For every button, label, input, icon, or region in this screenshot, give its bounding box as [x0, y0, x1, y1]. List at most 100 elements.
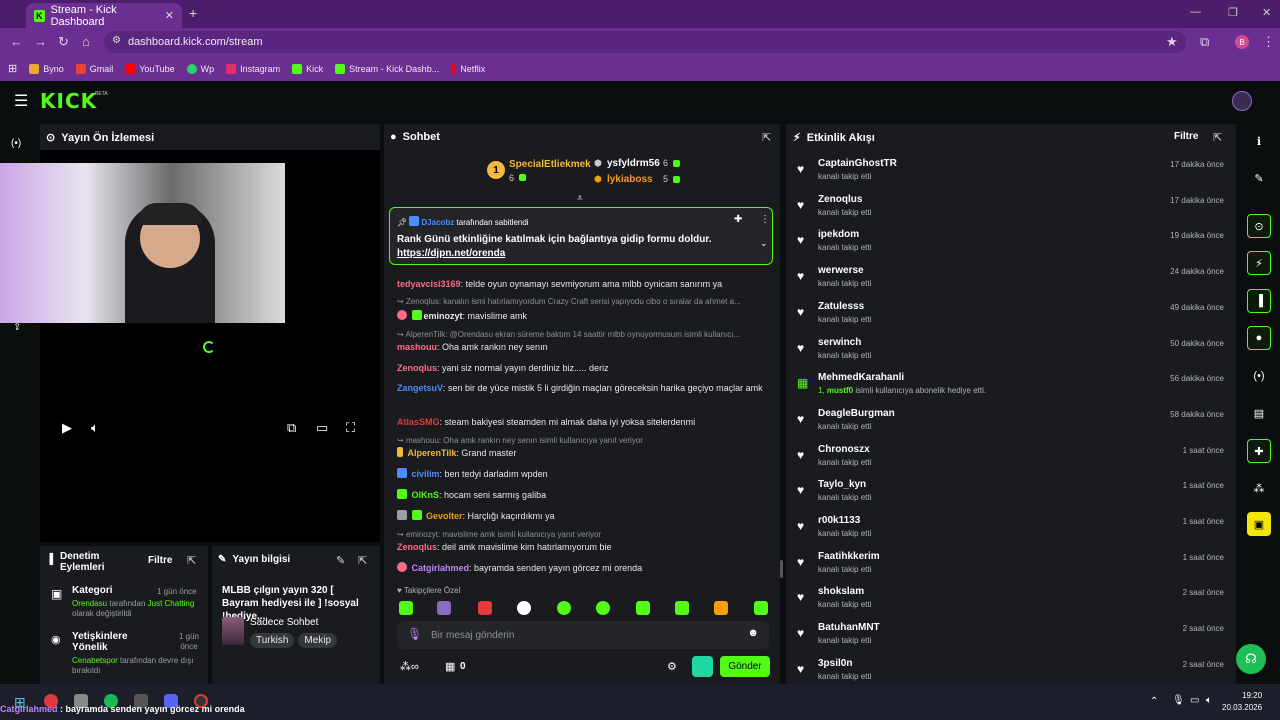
reply-preview[interactable]: ↪ AlperenTilk: @Orendasu ekran süreme ba…: [397, 330, 769, 339]
event-username[interactable]: r00k1133: [818, 515, 860, 526]
popout-icon[interactable]: ⇱: [358, 554, 367, 567]
event-username[interactable]: DeagleBurgman: [818, 408, 895, 419]
tag-chip[interactable]: Turkish: [250, 633, 295, 648]
broadcast-toggle-icon[interactable]: (•): [1247, 364, 1271, 388]
kick-logo[interactable]: KICK: [40, 89, 97, 113]
bookmark-item[interactable]: YouTube: [125, 63, 175, 74]
emote-icon[interactable]: [714, 601, 728, 615]
popout-icon[interactable]: ⇱: [1213, 131, 1222, 144]
url-field[interactable]: ⚙ dashboard.kick.com/stream: [104, 31, 1186, 53]
events-filter-button[interactable]: Filtre: [1174, 131, 1198, 142]
mic-icon[interactable]: 🎙︎: [407, 627, 422, 641]
user-avatar[interactable]: [1232, 91, 1252, 111]
menu-icon[interactable]: ⋮: [1262, 34, 1275, 50]
event-item[interactable]: ♥ Zatulesss kanalı takip etti 49 dakika önc…: [797, 301, 1227, 335]
apps-icon[interactable]: ⊞: [8, 62, 17, 75]
emote-icon[interactable]: [675, 601, 689, 615]
emote-icon[interactable]: [437, 601, 451, 615]
points-toggle-icon[interactable]: ⁂: [1247, 476, 1271, 500]
chat-input[interactable]: 🎙︎ Bir mesaj gönderin ☻: [397, 621, 769, 649]
event-item[interactable]: ♥ Chronoszx kanalı takip etti 1 saat önce: [797, 444, 1227, 478]
pinned-link[interactable]: https://djpn.net/orenda: [397, 248, 505, 259]
event-item[interactable]: ♥ DeagleBurgman kanalı takip etti 58 dakika…: [797, 408, 1227, 442]
more-icon[interactable]: ⋮: [760, 214, 770, 225]
event-username[interactable]: serwinch: [818, 337, 861, 348]
emote-icon[interactable]: [596, 601, 610, 615]
theater-icon[interactable]: ▭: [316, 420, 328, 436]
quick-emote-icon[interactable]: [692, 656, 713, 677]
event-username[interactable]: Zenoqlus: [818, 194, 862, 205]
tray-chevron-icon[interactable]: ⌃: [1150, 696, 1158, 707]
upload-icon[interactable]: ⇪: [13, 322, 21, 333]
play-icon[interactable]: ▶: [62, 420, 72, 436]
bookmark-item[interactable]: Wp: [186, 63, 214, 74]
event-username[interactable]: Zatulesss: [818, 301, 864, 312]
event-username[interactable]: werwerse: [818, 265, 864, 276]
bookmark-star-icon[interactable]: ★: [1166, 34, 1178, 50]
unpin-icon[interactable]: ✚: [734, 214, 742, 225]
event-username[interactable]: Faatihkkerim: [818, 551, 880, 562]
clapper-icon[interactable]: ▣: [1247, 512, 1271, 536]
volume-icon[interactable]: 🔈︎: [91, 420, 99, 436]
site-info-icon[interactable]: ⚙: [112, 35, 121, 46]
edit-icon[interactable]: ✎: [1247, 166, 1271, 190]
browser-tab[interactable]: K Stream - Kick Dashboard ✕: [26, 3, 182, 28]
event-item[interactable]: ♥ CaptainGhostTR kanalı takip etti 17 dakik…: [797, 158, 1227, 192]
event-item[interactable]: ♥ r00k1133 kanalı takip etti 1 saat önce: [797, 515, 1227, 549]
event-item[interactable]: ♥ shokslam kanalı takip etti 2 saat önce: [797, 586, 1227, 620]
event-item[interactable]: ♥ Faatihkkerim kanalı takip etti 1 saat önc…: [797, 551, 1227, 585]
send-button[interactable]: Gönder: [720, 656, 770, 677]
home-icon[interactable]: ⌂: [82, 34, 90, 49]
bookmark-item[interactable]: Gmail: [75, 63, 113, 74]
event-item[interactable]: ♥ BatuhanMNT kanalı takip etti 2 saat önce: [797, 622, 1227, 656]
event-item[interactable]: ♥ Taylo_kyn kanalı takip etti 1 saat önce: [797, 479, 1227, 513]
broadcast-icon[interactable]: (•): [11, 138, 21, 149]
maximize-icon[interactable]: ❐: [1228, 6, 1238, 19]
event-username[interactable]: shokslam: [818, 586, 864, 597]
bookmark-item[interactable]: Stream - Kick Dashb...: [335, 63, 439, 74]
preview-toggle-icon[interactable]: ⊙: [1247, 214, 1271, 238]
printer-icon[interactable]: ▤: [1247, 401, 1271, 425]
emoji-icon[interactable]: ☻: [747, 627, 759, 639]
event-username[interactable]: ipekdom: [818, 229, 859, 240]
support-button[interactable]: ☊: [1236, 644, 1266, 674]
profile-avatar[interactable]: B: [1235, 35, 1249, 49]
event-username[interactable]: 3psil0n: [818, 658, 852, 669]
bookmark-item[interactable]: Byno: [29, 63, 64, 74]
leader-name[interactable]: SpecialEtliekmek: [509, 159, 591, 170]
chat-settings-icon[interactable]: ⚙: [667, 660, 677, 673]
fullscreen-icon[interactable]: ⛶: [346, 420, 355, 436]
leader-name[interactable]: lykiaboss: [607, 174, 653, 185]
mic-tray-icon[interactable]: 🎙︎: [1172, 695, 1185, 706]
pip-icon[interactable]: ⧉: [287, 420, 296, 436]
chat-scrollbar[interactable]: [780, 560, 783, 578]
tab-close-icon[interactable]: ✕: [165, 9, 174, 22]
hamburger-menu-icon[interactable]: ☰: [14, 91, 28, 111]
extensions-icon[interactable]: ⧉: [1200, 34, 1209, 50]
emote-icon[interactable]: [399, 601, 413, 615]
collapse-icon[interactable]: ⩡: [577, 193, 583, 204]
emote-icon[interactable]: [754, 601, 768, 615]
emote-icon[interactable]: [636, 601, 650, 615]
reply-preview[interactable]: ↪ mashouu: Oha amk rankın ney senın isim…: [397, 436, 769, 445]
event-item[interactable]: ♥ Zenoqlus kanalı takip etti 17 dakika önce: [797, 194, 1227, 228]
emote-icon[interactable]: [557, 601, 571, 615]
moderation-filter-button[interactable]: Filtre: [148, 555, 172, 566]
reply-preview[interactable]: ↪ Zenoqlus: kanalın ismi hatırlamıyordum…: [397, 297, 769, 306]
popout-icon[interactable]: ⇱: [187, 554, 196, 567]
event-username[interactable]: Chronoszx: [818, 444, 870, 455]
event-item[interactable]: ♥ werwerse kanalı takip etti 24 dakika önce: [797, 265, 1227, 299]
network-icon[interactable]: ▭: [1190, 695, 1199, 706]
window-close-icon[interactable]: ✕: [1262, 6, 1271, 19]
edit-icon[interactable]: ✎: [336, 554, 345, 567]
popout-icon[interactable]: ⇱: [762, 131, 771, 144]
new-tab-icon[interactable]: +: [189, 5, 197, 21]
tag-chip[interactable]: Mekip: [298, 633, 338, 648]
event-username[interactable]: MehmedKarahanli: [818, 372, 904, 383]
volume-tray-icon[interactable]: 🔈︎: [1206, 695, 1212, 706]
bookmark-item[interactable]: Netflix: [451, 63, 485, 74]
emote-icon[interactable]: [517, 601, 531, 615]
event-item[interactable]: ♥ serwinch kanalı takip etti 50 dakika önce: [797, 337, 1227, 371]
activity-toggle-icon[interactable]: ⚡︎: [1247, 251, 1271, 275]
event-username[interactable]: BatuhanMNT: [818, 622, 880, 633]
